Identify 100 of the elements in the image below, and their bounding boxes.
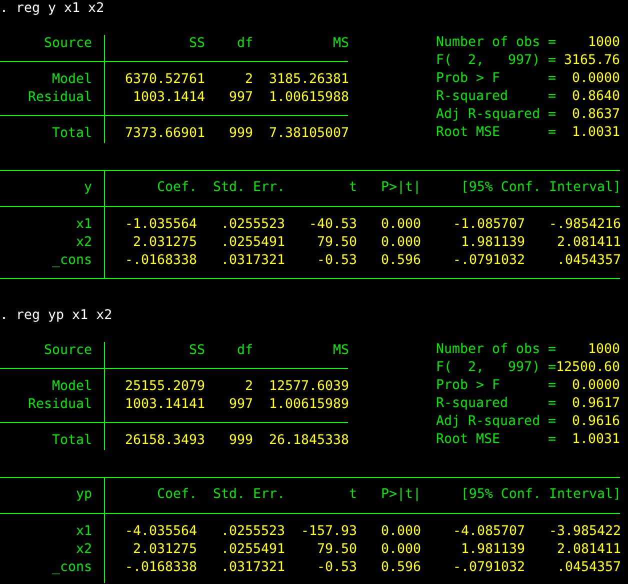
table-cell: 1.981139: [460, 234, 525, 252]
table-cell: -4.085707: [452, 523, 525, 541]
stat-value: 1.0031: [572, 124, 620, 142]
stat-value: 1.0031: [572, 431, 620, 449]
row-label: x2: [76, 234, 92, 252]
table-cell: -.0168338: [124, 559, 197, 577]
stat-label: Prob > F: [436, 378, 500, 393]
equals-sign: =: [548, 125, 556, 140]
stat-value: 12500.60: [556, 359, 620, 377]
table-cell: -157.93: [300, 523, 357, 541]
table-cell: .0317321: [220, 559, 285, 577]
equals-sign: =: [548, 53, 556, 68]
table-cell: 7373.66901: [124, 125, 205, 143]
table-cell: .0454357: [556, 252, 621, 270]
column-header: t: [348, 486, 357, 504]
row-label: Model: [52, 378, 92, 396]
table-cell: -0.53: [316, 559, 357, 577]
stat-label: Root MSE: [436, 125, 500, 140]
row-label: Residual: [28, 89, 92, 107]
table-cell: 1003.1414: [132, 89, 205, 107]
table-cell: 997: [228, 89, 253, 107]
column-header: Source: [44, 342, 92, 360]
row-label: _cons: [52, 559, 92, 577]
table-cell: -.0791032: [452, 559, 525, 577]
table-cell: .0255491: [220, 541, 285, 559]
column-header: Source: [44, 35, 92, 53]
table-cell: -1.035564: [124, 216, 197, 234]
column-header: MS: [332, 35, 349, 53]
table-cell: -.0168338: [124, 252, 197, 270]
column-header: [95% Conf. Interval]: [460, 179, 621, 197]
column-header: SS: [188, 35, 205, 53]
column-header: df: [236, 342, 253, 360]
equals-sign: =: [548, 396, 556, 411]
row-label: Total: [52, 432, 92, 450]
stat-label: Number of obs: [436, 342, 540, 357]
stat-label: Number of obs: [436, 35, 540, 50]
stat-label: Adj R-squared: [436, 414, 540, 429]
row-label: Model: [52, 71, 92, 89]
table-cell: .0255523: [220, 216, 285, 234]
table-cell: -0.53: [316, 252, 357, 270]
table-cell: .0454357: [556, 559, 621, 577]
stat-label: F( 2, 997): [436, 53, 540, 68]
row-label: Total: [52, 125, 92, 143]
command-line: . reg y x1 x2: [0, 0, 104, 18]
equals-sign: =: [548, 107, 556, 122]
stat-label: Prob > F: [436, 71, 500, 86]
table-cell: 1003.14141: [124, 396, 205, 414]
table-cell: 2.081411: [556, 541, 621, 559]
stat-value: 1000: [588, 341, 620, 359]
equals-sign: =: [548, 89, 556, 104]
row-label: Residual: [28, 396, 92, 414]
table-cell: -3.985422: [548, 523, 621, 541]
row-label: x1: [76, 523, 92, 541]
table-cell: 26158.3493: [124, 432, 205, 450]
column-header: MS: [332, 342, 349, 360]
column-header: SS: [188, 342, 205, 360]
table-cell: 0.000: [380, 523, 421, 541]
table-cell: 7.38105007: [268, 125, 349, 143]
row-label: x2: [76, 541, 92, 559]
column-header: Std. Err.: [212, 179, 285, 197]
column-header: Std. Err.: [212, 486, 285, 504]
equals-sign: =: [548, 35, 556, 50]
column-header: t: [348, 179, 357, 197]
table-cell: 997: [228, 396, 253, 414]
column-header: P>|t|: [380, 486, 421, 504]
stat-value: 0.8640: [572, 88, 620, 106]
stat-label: F( 2, 997): [436, 360, 540, 375]
table-cell: 2.081411: [556, 234, 621, 252]
stat-value: 0.8637: [572, 106, 620, 124]
equals-sign: =: [548, 432, 556, 447]
table-cell: 1.00615989: [268, 396, 349, 414]
table-cell: 999: [228, 432, 253, 450]
stat-label: R-squared: [436, 89, 508, 104]
table-cell: 2: [244, 71, 253, 89]
stat-value: 0.9616: [572, 413, 620, 431]
stat-value: 3165.76: [564, 52, 620, 70]
table-cell: 0.000: [380, 541, 421, 559]
table-cell: 6370.52761: [124, 71, 205, 89]
column-header: Coef.: [156, 179, 197, 197]
table-cell: .0255491: [220, 234, 285, 252]
table-cell: 12577.6039: [268, 378, 349, 396]
table-cell: .0255523: [220, 523, 285, 541]
equals-sign: =: [548, 414, 556, 429]
column-header: P>|t|: [380, 179, 421, 197]
stat-label: R-squared: [436, 396, 508, 411]
table-cell: .0317321: [220, 252, 285, 270]
command-line: . reg yp x1 x2: [0, 307, 112, 325]
column-header: [95% Conf. Interval]: [460, 486, 621, 504]
table-cell: 3185.26381: [268, 71, 349, 89]
table-cell: -.9854216: [548, 216, 621, 234]
row-label: x1: [76, 216, 92, 234]
table-cell: 79.50: [316, 541, 357, 559]
column-header: y: [84, 179, 92, 197]
table-cell: 0.000: [380, 216, 421, 234]
column-header: yp: [76, 486, 92, 504]
stat-label: Root MSE: [436, 432, 500, 447]
table-cell: 2.031275: [132, 234, 197, 252]
column-header: df: [236, 35, 253, 53]
table-cell: 2: [244, 378, 253, 396]
table-cell: 25155.2079: [124, 378, 205, 396]
